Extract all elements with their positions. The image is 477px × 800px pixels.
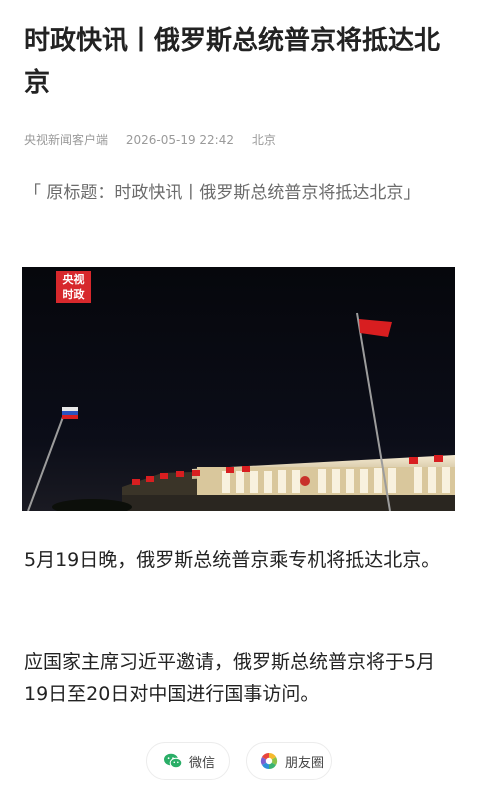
cctv-news-logo: 央视 时政 <box>56 271 91 303</box>
photo-night-scene <box>22 267 455 511</box>
paragraph-1: 5月19日晚，俄罗斯总统普京乘专机将抵达北京。 <box>24 549 441 571</box>
paragraph-2: 应国家主席习近平邀请，俄罗斯总统普京将于5月19日至20日对中国进行国事访问。 <box>24 651 436 705</box>
share-moments-label: 朋友圈 <box>285 755 325 771</box>
article-title: 时政快讯丨俄罗斯总统普京将抵达北京 <box>24 26 441 98</box>
article-photo[interactable]: 央视 时政 <box>22 267 455 511</box>
source-name[interactable]: 央视新闻客户端 <box>24 133 108 147</box>
logo-line-2: 时政 <box>62 288 85 301</box>
article-meta: 央视新闻客户端 2026-05-19 22:42 北京 <box>24 131 290 148</box>
location: 北京 <box>251 133 276 147</box>
share-bar: 微信 朋友圈 <box>0 742 477 780</box>
moments-icon <box>260 752 278 770</box>
wechat-icon <box>164 753 183 769</box>
share-moments-button[interactable]: 朋友圈 <box>246 742 332 780</box>
publish-time: 2026-05-19 22:42 <box>125 133 234 147</box>
logo-line-1: 央视 <box>62 273 85 286</box>
share-wechat-label: 微信 <box>189 755 216 771</box>
share-wechat-button[interactable]: 微信 <box>146 742 230 780</box>
original-title: 「 原标题：时政快讯丨俄罗斯总统普京将抵达北京」 <box>24 183 421 203</box>
